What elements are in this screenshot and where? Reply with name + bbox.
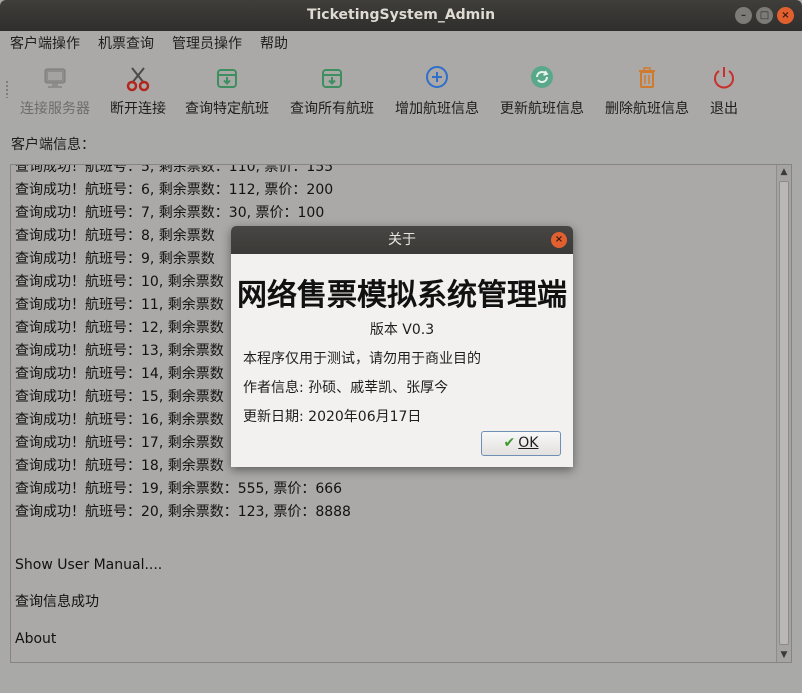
scrollbar-thumb[interactable]: [779, 181, 789, 645]
query-all-flights-button[interactable]: 查询所有航班: [290, 64, 374, 118]
menu-client-ops[interactable]: 客户端操作: [0, 31, 88, 58]
window-title: TicketingSystem_Admin: [306, 7, 496, 23]
window-titlebar: TicketingSystem_Admin – □ ×: [0, 0, 802, 31]
about-dialog: 关于 × 网络售票模拟系统管理端 版本 V0.3 本程序仅用于测试，请勿用于商业…: [231, 226, 573, 467]
window-close-button[interactable]: ×: [777, 7, 794, 24]
scroll-up-arrow-icon[interactable]: ▲: [777, 165, 791, 179]
log-line: 查询成功！航班号：7, 剩余票数：30, 票价：100: [15, 205, 325, 221]
plus-circle-icon: [426, 66, 448, 88]
power-icon: [714, 67, 734, 89]
scroll-down-arrow-icon[interactable]: ▼: [777, 648, 791, 662]
menubar: 客户端操作 机票查询 管理员操作 帮助: [0, 31, 802, 58]
dialog-authors: 作者信息: 孙硕、戚莘凯、张厚今: [243, 380, 449, 396]
vertical-scrollbar[interactable]: ▲ ▼: [776, 165, 791, 662]
inbox-download-icon: [322, 69, 342, 88]
inbox-download-icon: [217, 69, 237, 88]
dialog-date: 更新日期: 2020年06月17日: [243, 409, 422, 425]
trash-icon: [639, 67, 655, 88]
server-icon: [44, 68, 66, 88]
ok-button[interactable]: ✔ OK: [481, 431, 561, 456]
checkmark-icon: ✔: [503, 435, 516, 451]
log-line: 查询成功！航班号：19, 剩余票数：555, 票价：666: [15, 481, 343, 497]
scissors-icon: [126, 67, 150, 92]
client-info-label: 客户端信息：: [11, 137, 95, 153]
update-flight-button[interactable]: 更新航班信息: [500, 64, 584, 118]
log-line: Show User Manual....: [15, 557, 163, 573]
exit-button[interactable]: 退出: [710, 64, 738, 118]
log-line: 查询成功！航班号：6, 剩余票数：112, 票价：200: [15, 182, 334, 198]
log-line: About: [15, 631, 57, 647]
menu-admin-ops[interactable]: 管理员操作: [162, 31, 250, 58]
dialog-title: 关于: [388, 232, 416, 248]
dialog-close-button[interactable]: ×: [551, 232, 567, 248]
menu-ticket-query[interactable]: 机票查询: [88, 31, 162, 58]
toolbar: 连接服务器 断开连接 查询特定航班 查询所有航班 增加航班信息 更新航班信息 删…: [0, 58, 802, 120]
query-specific-flight-button[interactable]: 查询特定航班: [185, 64, 269, 118]
dialog-titlebar: 关于 ×: [231, 226, 573, 254]
menu-help[interactable]: 帮助: [250, 31, 296, 58]
log-line: 查询成功！航班号：20, 剩余票数：123, 票价：8888: [15, 504, 351, 520]
dialog-note: 本程序仅用于测试，请勿用于商业目的: [243, 351, 481, 367]
disconnect-button[interactable]: 断开连接: [110, 64, 166, 118]
toolbar-grip[interactable]: [5, 80, 9, 98]
maximize-button[interactable]: □: [756, 7, 773, 24]
delete-flight-button[interactable]: 删除航班信息: [605, 64, 689, 118]
dialog-version: 版本 V0.3: [369, 322, 435, 338]
log-line: 查询信息成功: [15, 594, 99, 610]
dialog-heading: 网络售票模拟系统管理端: [237, 278, 567, 313]
connect-server-button[interactable]: 连接服务器: [20, 64, 90, 118]
log-line: 查询成功！航班号：5, 剩余票数：110, 票价：155: [15, 164, 334, 175]
refresh-icon: [531, 66, 553, 88]
add-flight-button[interactable]: 增加航班信息: [395, 64, 479, 118]
minimize-button[interactable]: –: [735, 7, 752, 24]
